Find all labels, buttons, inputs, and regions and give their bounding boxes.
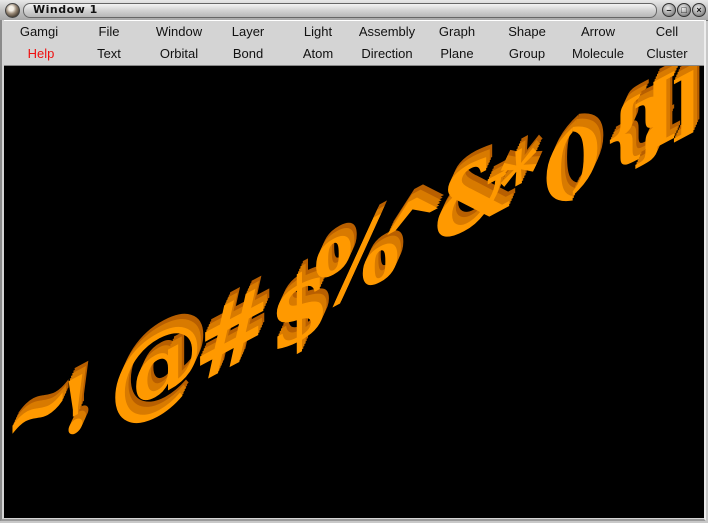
title-bar[interactable]: Window 1 – □ × [0,0,708,21]
menu-bond[interactable]: Bond [213,45,283,63]
graphics-viewport[interactable]: ~ ~ ~ ~ ~ ~!!!!!! @ @ @ @ @ @ # # # # # # $ $ $ $ $ $%%%%%% ^ ^ ^ ^… [4,66,704,518]
glyph-bracket-close: ]]]]]] [669,66,704,153]
menu-row-2: Help Text Orbital Bond Atom Direction Pl… [4,43,704,65]
close-button[interactable]: × [692,3,706,17]
glyph-face: ] [669,66,702,153]
menu-shape[interactable]: Shape [492,23,562,41]
menu-layer[interactable]: Layer [213,23,283,41]
3d-text-scene: ~~~~~~!!!!!! @@@@@@###### $$$$$$%%%%%%^^^^… [4,66,704,476]
menu-row-1: Gamgi File Window Layer Light Assembly G… [4,21,704,43]
minimize-button[interactable]: – [662,3,676,17]
menu-window[interactable]: Window [144,23,214,41]
menu-graph[interactable]: Graph [422,23,492,41]
menu-direction[interactable]: Direction [352,45,422,63]
menu-gamgi[interactable]: Gamgi [4,23,74,41]
glyph-hash: ###### [194,248,275,407]
menu-assembly[interactable]: Assembly [352,23,422,41]
window-title: Window 1 [33,3,98,16]
menu-cell[interactable]: Cell [632,23,702,41]
menu-file[interactable]: File [74,23,144,41]
app-menu-icon[interactable] [5,3,20,18]
glyph-face: ! [59,353,92,458]
menu-help[interactable]: Help [6,45,76,63]
glyph-face: @ [109,287,204,449]
menu-light[interactable]: Light [283,23,353,41]
menu-arrow[interactable]: Arrow [563,23,633,41]
menu-molecule[interactable]: Molecule [563,45,633,63]
glyph-face: ) [569,97,604,204]
menu-atom[interactable]: Atom [283,45,353,63]
menu-text[interactable]: Text [74,45,144,63]
title-pill[interactable]: Window 1 [23,3,657,18]
menu-cluster[interactable]: Cluster [632,45,702,63]
menu-plane[interactable]: Plane [422,45,492,63]
menu-orbital[interactable]: Orbital [144,45,214,63]
maximize-button[interactable]: □ [677,3,691,17]
menu-bar: Gamgi File Window Layer Light Assembly G… [4,20,704,66]
menu-group[interactable]: Group [492,45,562,63]
glyph-exclamation: !!!!!! [59,340,98,459]
